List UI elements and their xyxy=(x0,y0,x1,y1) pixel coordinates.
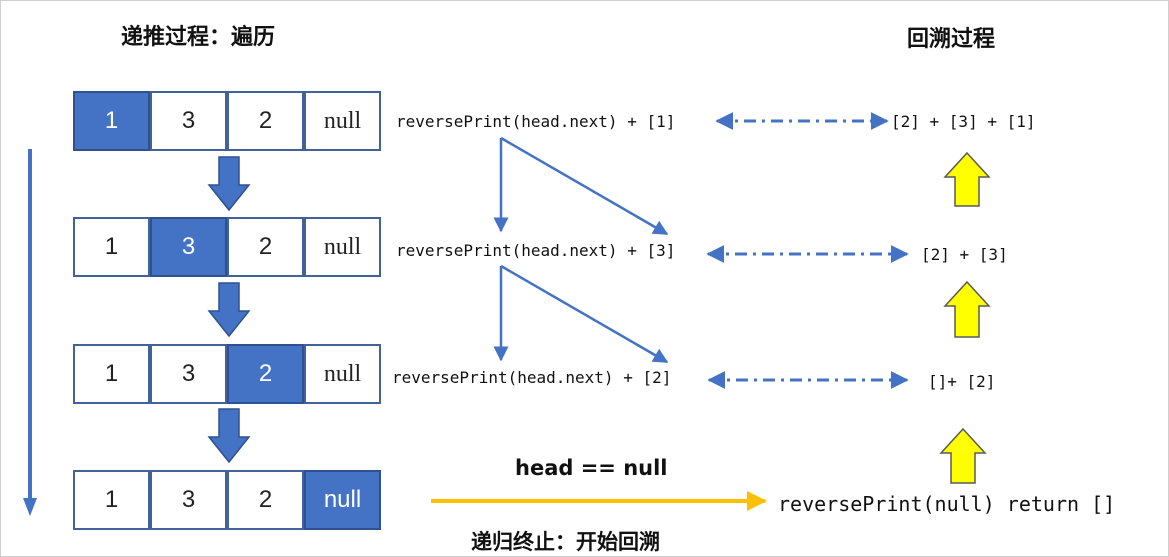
down-arrow-icon xyxy=(207,282,251,338)
diagram-canvas: 递推过程：遍历 回溯过程 1 3 2 null 1 3 2 null 1 3 2… xyxy=(0,0,1169,557)
branch-arrow xyxy=(500,136,669,236)
down-arrow-icon xyxy=(207,156,251,212)
arrows-layer xyxy=(23,112,991,516)
branch-arrow xyxy=(500,264,669,364)
up-arrow-icon xyxy=(943,151,991,207)
down-arrow-icon xyxy=(207,408,251,464)
up-arrow-icon xyxy=(939,427,987,484)
progress-arrow-head xyxy=(23,498,37,516)
up-arrow-icon xyxy=(943,280,991,338)
